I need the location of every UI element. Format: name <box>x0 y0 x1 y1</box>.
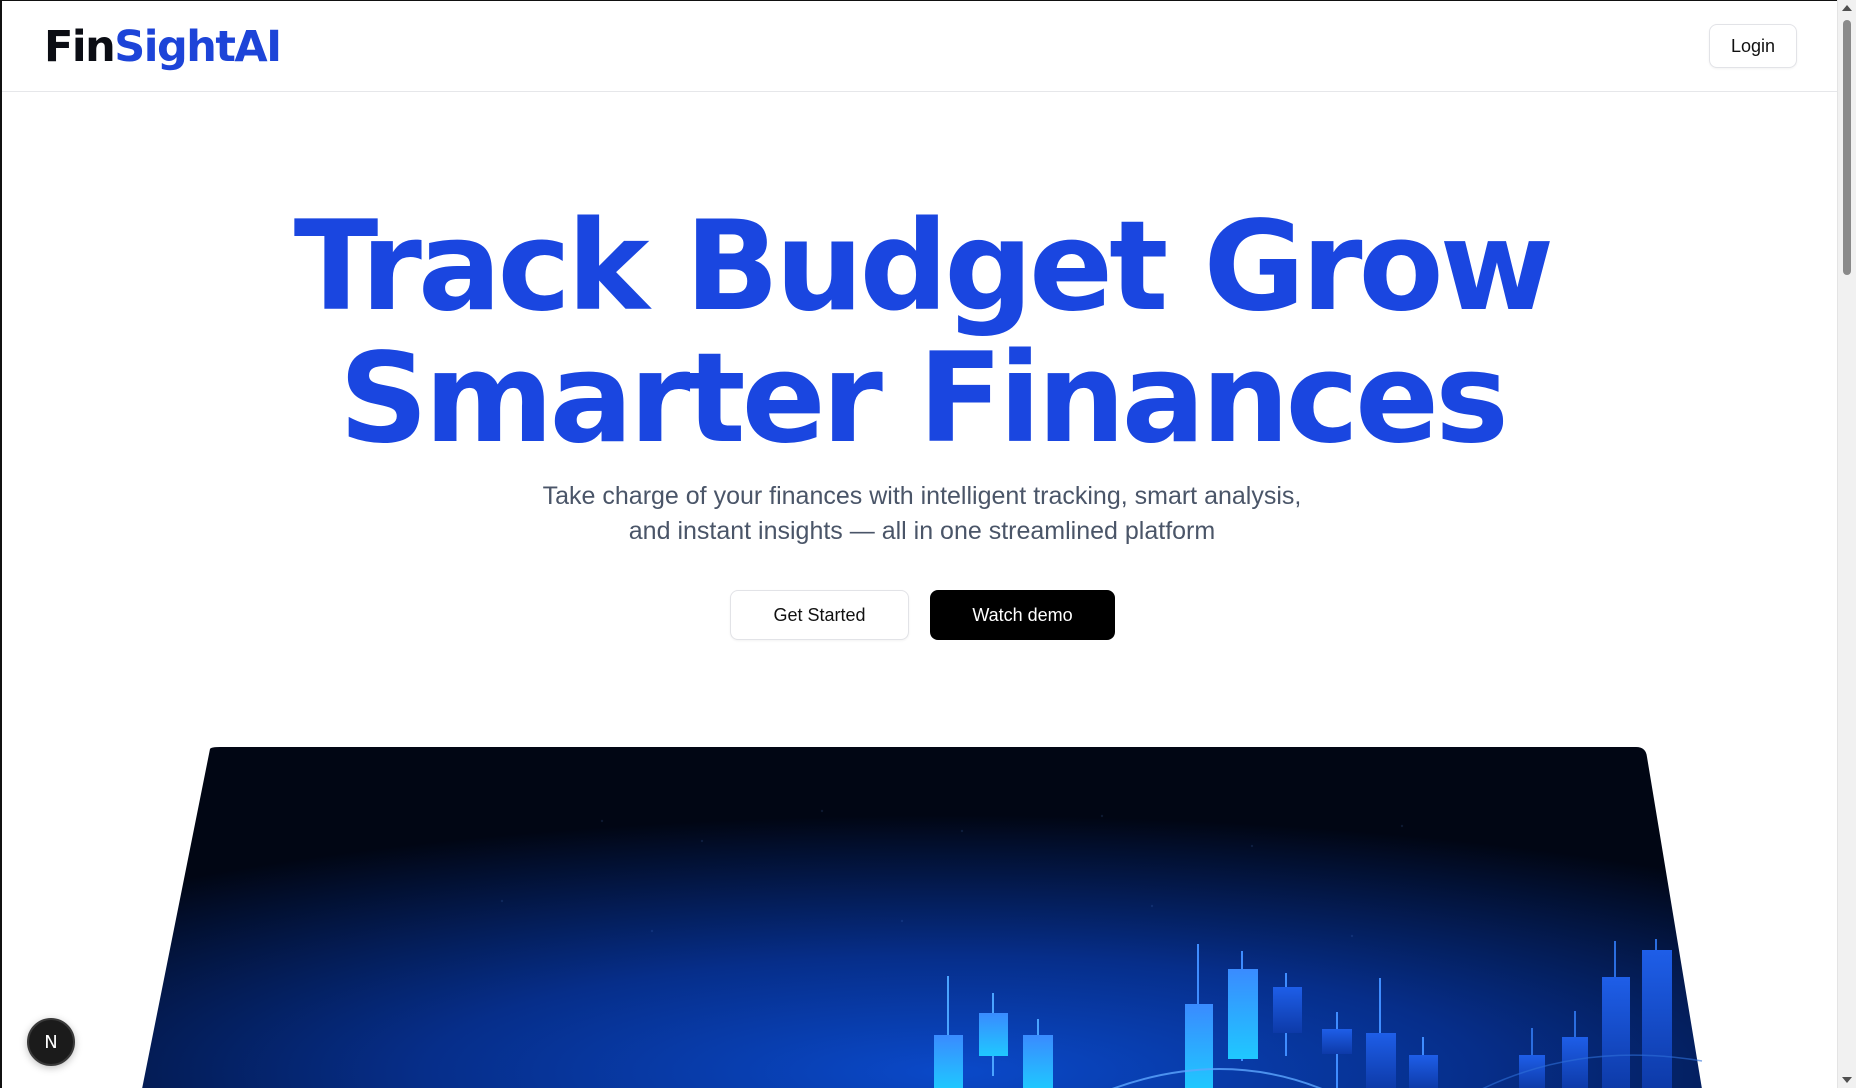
hero-title-line1: Track Budget Grow <box>293 195 1554 339</box>
watch-demo-button[interactable]: Watch demo <box>930 590 1115 640</box>
grid-texture <box>500 809 1404 938</box>
browser-viewport: FinSightAI Login Track Budget Grow Smart… <box>0 0 1837 1088</box>
scroll-thumb[interactable] <box>1843 20 1851 275</box>
candlestick-chart-graphic <box>934 939 1672 1088</box>
brand-logo-part2: SightAI <box>114 22 282 72</box>
vertical-scrollbar[interactable] <box>1837 0 1856 1088</box>
hero-image-panel <box>142 747 1702 1088</box>
hero-title-line2: Smarter Finances <box>339 327 1509 471</box>
scroll-down-arrow-icon[interactable] <box>1842 1077 1852 1083</box>
trend-line <box>1111 1068 1323 1088</box>
navbar: FinSightAI Login <box>2 1 1837 92</box>
nextjs-dev-badge[interactable]: N <box>27 1018 75 1066</box>
scroll-up-arrow-icon[interactable] <box>1842 5 1852 11</box>
login-button[interactable]: Login <box>1709 24 1797 68</box>
brand-logo-part1: Fin <box>44 22 116 72</box>
hero-subtitle-line2: and instant insights — all in one stream… <box>628 517 1216 545</box>
brand-logo[interactable]: FinSightAI <box>44 19 282 75</box>
get-started-button[interactable]: Get Started <box>730 590 909 640</box>
hero-subtitle-line1: Take charge of your finances with intell… <box>542 482 1302 510</box>
